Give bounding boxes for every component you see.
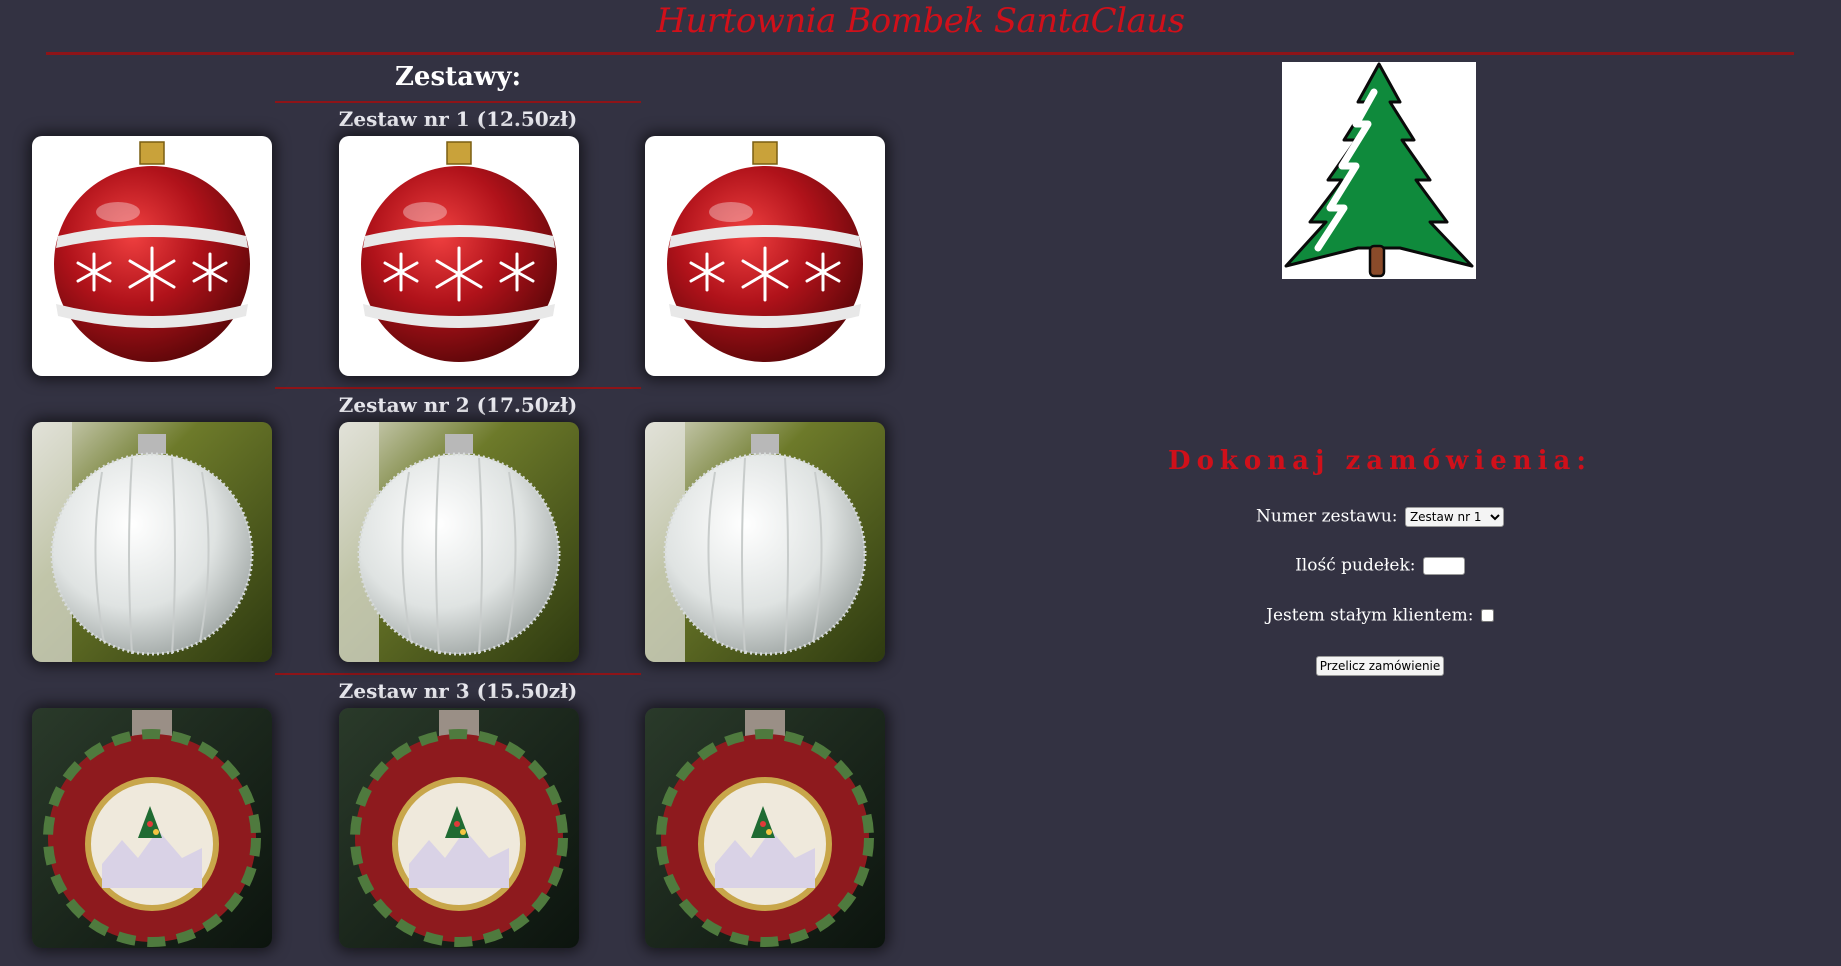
christmas-tree-image [1282,62,1476,279]
set-number-label: Numer zestawu: [1256,506,1398,527]
set-2-image [339,422,579,662]
painted-bauble-image [339,708,579,948]
red-bauble-image [645,136,885,376]
red-bauble-image [339,136,579,376]
set-2-title: Zestaw nr 2 (17.50zł) [338,393,578,417]
box-quantity-row: Ilość pudełek: [1100,554,1660,577]
regular-customer-checkbox[interactable] [1480,609,1494,622]
white-bauble-image [645,422,885,662]
set-divider [275,673,641,675]
submit-row: Przelicz zamówienie [1100,654,1660,676]
sets-heading: Zestawy: [394,62,522,92]
set-number-select[interactable]: Zestaw nr 1 [1404,506,1504,527]
set-3-image [645,708,885,948]
set-1-title: Zestaw nr 1 (12.50zł) [338,107,578,131]
christmas-tree-icon [1284,62,1474,278]
set-1-image [645,136,885,376]
box-quantity-label: Ilość pudełek: [1295,555,1416,576]
painted-bauble-image [32,708,272,948]
order-heading: Dokonaj zamówienia: [1168,446,1592,476]
red-bauble-image [32,136,272,376]
title-divider [46,52,1794,55]
set-2-image [645,422,885,662]
regular-customer-row: Jestem stałym klientem: [1100,604,1660,627]
set-3-image [32,708,272,948]
set-3-title: Zestaw nr 3 (15.50zł) [338,679,578,703]
box-quantity-input[interactable] [1422,556,1465,575]
set-divider [275,101,641,103]
white-bauble-image [339,422,579,662]
calculate-order-button[interactable]: Przelicz zamówienie [1315,656,1445,676]
regular-customer-label: Jestem stałym klientem: [1266,605,1474,626]
set-number-row: Numer zestawu: Zestaw nr 1 [1100,505,1660,528]
page: Hurtownia Bombek SantaClaus Zestawy: Zes… [0,0,1841,966]
set-1-image [32,136,272,376]
set-divider [275,387,641,389]
set-1-image [339,136,579,376]
painted-bauble-image [645,708,885,948]
set-3-image [339,708,579,948]
white-bauble-image [32,422,272,662]
site-title: Hurtownia Bombek SantaClaus [656,1,1185,41]
set-2-image [32,422,272,662]
